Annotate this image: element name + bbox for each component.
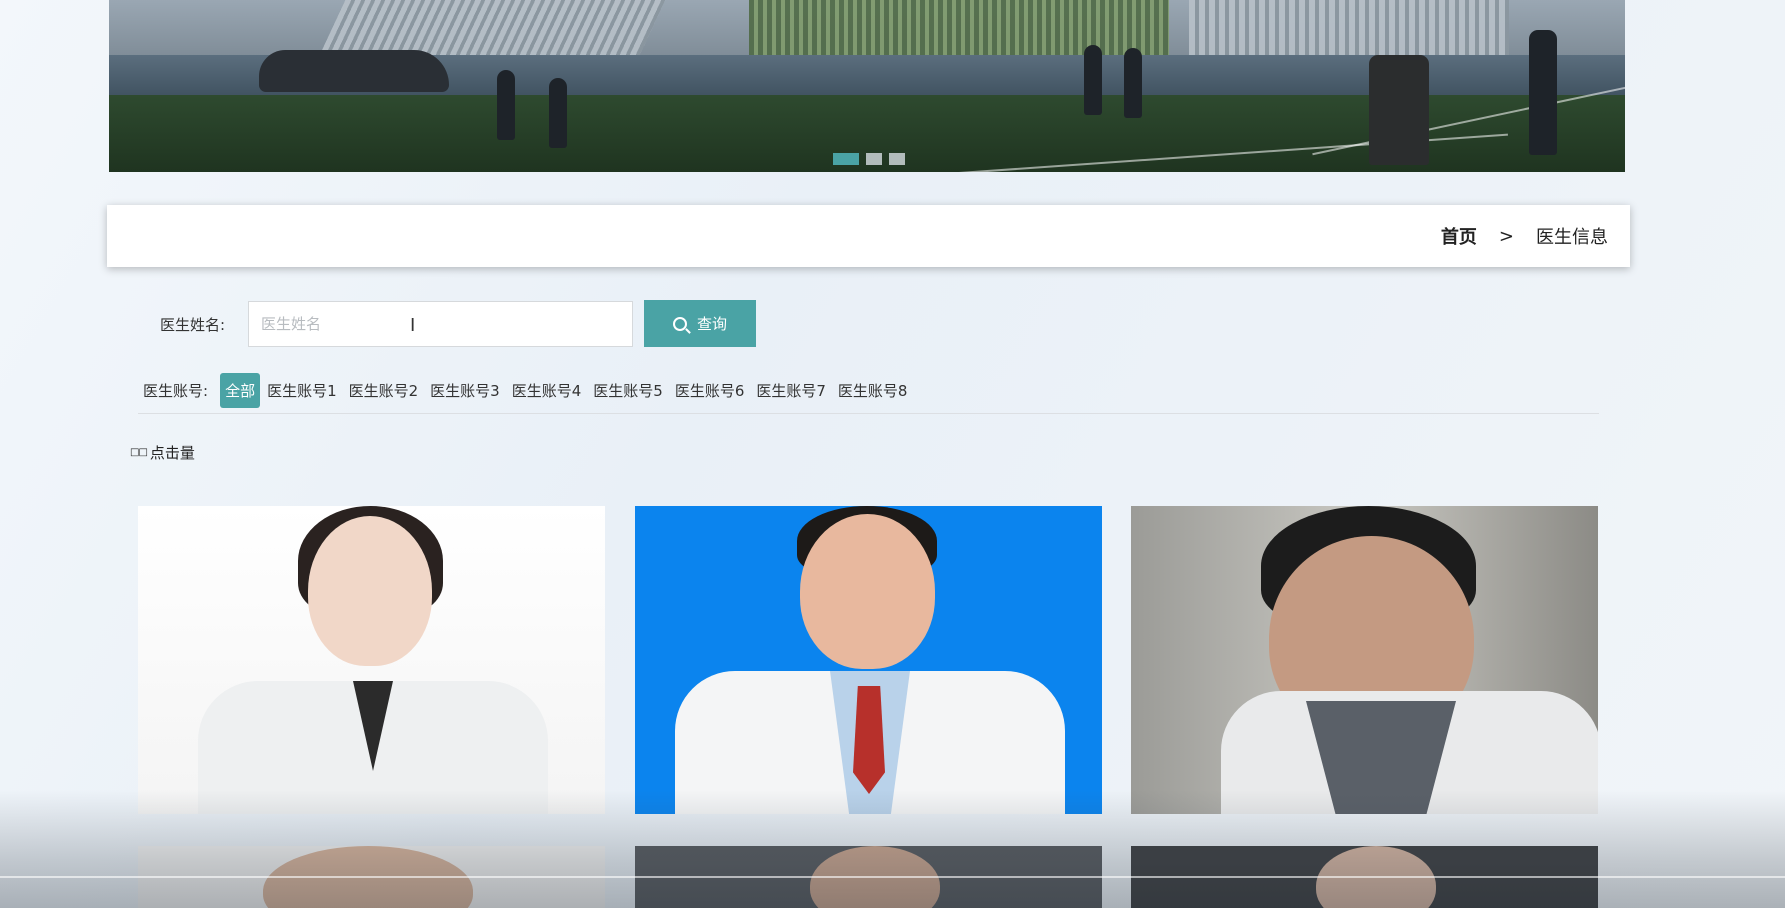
search-button[interactable]: 查询	[644, 300, 756, 347]
banner-person	[497, 70, 515, 140]
filter-item[interactable]: 医生账号6	[670, 373, 750, 408]
breadcrumb-separator: >	[1498, 225, 1514, 247]
filter-item[interactable]: 医生账号1	[262, 373, 342, 408]
doctor-card[interactable]	[635, 506, 1102, 814]
filter-item[interactable]: 医生账号5	[588, 373, 668, 408]
banner-person	[1084, 45, 1102, 115]
breadcrumb: 首页 > 医生信息	[107, 205, 1630, 267]
search-icon	[672, 316, 687, 331]
banner-person	[1369, 55, 1429, 165]
carousel-dot[interactable]	[889, 153, 905, 165]
breadcrumb-current: 医生信息	[1536, 227, 1608, 248]
banner-person	[1529, 30, 1557, 155]
banner-person	[549, 78, 567, 148]
filter-item[interactable]: 医生账号3	[425, 373, 505, 408]
banner-car	[259, 50, 449, 92]
divider	[138, 413, 1599, 414]
filter-item[interactable]: 医生账号2	[344, 373, 424, 408]
filter-item[interactable]: 医生账号7	[751, 373, 831, 408]
doctor-tie	[853, 686, 885, 794]
hero-banner[interactable]	[109, 0, 1625, 172]
carousel-indicators	[833, 153, 905, 165]
video-progress-bar[interactable]	[0, 876, 1785, 878]
sort-icon: □□	[130, 447, 148, 458]
doctor-card[interactable]	[138, 506, 605, 814]
sort-by-clicks[interactable]: □□ 点击量	[130, 442, 195, 463]
breadcrumb-home-link[interactable]: 首页	[1441, 223, 1477, 249]
sort-label: 点击量	[149, 444, 195, 462]
filter-item[interactable]: 医生账号8	[833, 373, 913, 408]
doctor-account-filter: 医生账号: 全部 医生账号1 医生账号2 医生账号3 医生账号4 医生账号5 医…	[143, 373, 914, 408]
doctor-face	[308, 516, 432, 666]
doctor-card[interactable]	[1131, 506, 1598, 814]
banner-person	[1124, 48, 1142, 118]
search-button-label: 查询	[696, 315, 727, 333]
doctor-name-input[interactable]	[248, 301, 633, 347]
carousel-dot[interactable]	[866, 153, 882, 165]
filter-label: 医生账号:	[143, 382, 209, 400]
doctor-face	[800, 514, 935, 669]
carousel-dot[interactable]	[833, 153, 859, 165]
filter-item-all[interactable]: 全部	[220, 373, 261, 408]
search-label: 医生姓名:	[160, 316, 226, 334]
text-cursor-icon: I	[410, 315, 416, 336]
filter-item[interactable]: 医生账号4	[507, 373, 587, 408]
